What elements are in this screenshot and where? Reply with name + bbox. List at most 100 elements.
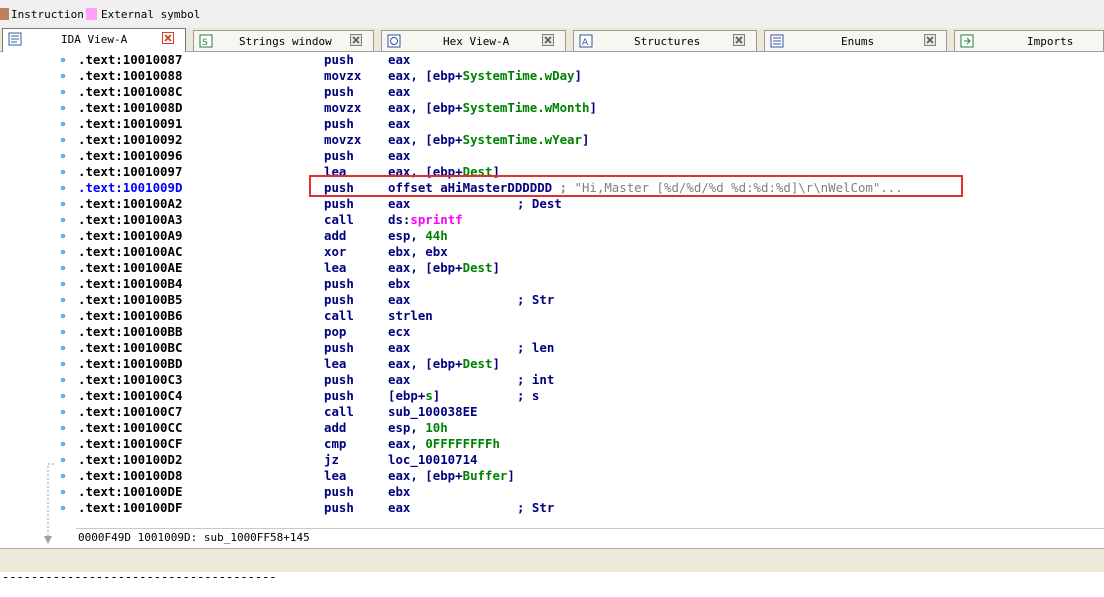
line-operands[interactable]: eax — [388, 340, 410, 356]
line-address[interactable]: .text:100100B5 — [78, 292, 182, 308]
line-mnemonic[interactable]: call — [324, 308, 354, 324]
line-mnemonic[interactable]: push — [324, 388, 354, 404]
code-line[interactable]: .text:10010096 push eax — [76, 148, 1104, 164]
tab-strings-window[interactable]: S Strings window — [193, 30, 374, 51]
line-address[interactable]: .text:100100C3 — [78, 372, 182, 388]
line-address[interactable]: .text:10010088 — [78, 68, 182, 84]
line-address[interactable]: .text:100100DF — [78, 500, 182, 516]
line-mnemonic[interactable]: add — [324, 228, 346, 244]
line-operands[interactable]: eax — [388, 292, 410, 308]
tab-structures[interactable]: A Structures — [573, 30, 757, 51]
line-mnemonic[interactable]: xor — [324, 244, 346, 260]
line-address[interactable]: .text:100100CC — [78, 420, 182, 436]
line-mnemonic[interactable]: push — [324, 372, 354, 388]
line-mnemonic[interactable]: push — [324, 500, 354, 516]
line-mnemonic[interactable]: jz — [324, 452, 339, 468]
line-operands[interactable]: ebx — [388, 484, 410, 500]
close-icon[interactable] — [924, 34, 936, 46]
line-operands[interactable]: ebx — [388, 276, 410, 292]
line-operands[interactable]: sub_100038EE — [388, 404, 478, 420]
line-address[interactable]: .text:10010096 — [78, 148, 182, 164]
line-mnemonic[interactable]: push — [324, 196, 354, 212]
code-line[interactable]: .text:100100B4 push ebx — [76, 276, 1104, 292]
line-mnemonic[interactable]: movzx — [324, 100, 361, 116]
tab-hex-view-a[interactable]: Hex View-A — [381, 30, 566, 51]
code-line[interactable]: .text:100100BD lea eax, [ebp+Dest] — [76, 356, 1104, 372]
code-line[interactable]: .text:100100C4 push [ebp+s] ; s — [76, 388, 1104, 404]
code-line[interactable]: .text:100100AC xor ebx, ebx — [76, 244, 1104, 260]
line-address[interactable]: .text:100100DE — [78, 484, 182, 500]
code-line[interactable]: .text:100100CF cmp eax, 0FFFFFFFFh — [76, 436, 1104, 452]
line-mnemonic[interactable]: push — [324, 148, 354, 164]
code-line[interactable]: .text:100100BC push eax ; len — [76, 340, 1104, 356]
code-line[interactable]: .text:10010092 movzx eax, [ebp+SystemTime.… — [76, 132, 1104, 148]
line-operands[interactable]: eax — [388, 148, 410, 164]
code-line[interactable]: .text:100100A2 push eax ; Dest — [76, 196, 1104, 212]
tab-ida-view-a[interactable]: IDA View-A — [2, 28, 186, 52]
line-address[interactable]: .text:10010092 — [78, 132, 182, 148]
line-address[interactable]: .text:100100BC — [78, 340, 182, 356]
line-address[interactable]: .text:10010097 — [78, 164, 182, 180]
line-address[interactable]: .text:100100CF — [78, 436, 182, 452]
line-address[interactable]: .text:1001008D — [78, 100, 182, 116]
line-mnemonic[interactable]: lea — [324, 468, 346, 484]
code-line[interactable]: .text:100100B6 call strlen — [76, 308, 1104, 324]
code-line[interactable]: .text:1001008D movzx eax, [ebp+SystemTime.… — [76, 100, 1104, 116]
line-operands[interactable]: ebx, ebx — [388, 244, 448, 260]
line-address[interactable]: .text:100100BB — [78, 324, 182, 340]
line-mnemonic[interactable]: push — [324, 116, 354, 132]
line-operands[interactable]: esp, 10h — [388, 420, 448, 436]
code-line[interactable]: .text:100100A9 add esp, 44h — [76, 228, 1104, 244]
line-mnemonic[interactable]: movzx — [324, 132, 361, 148]
line-mnemonic[interactable]: push — [324, 484, 354, 500]
line-address[interactable]: .text:100100A2 — [78, 196, 182, 212]
close-icon[interactable] — [542, 34, 554, 46]
line-mnemonic[interactable]: pop — [324, 324, 346, 340]
line-operands[interactable]: [ebp+s] — [388, 388, 440, 404]
code-line[interactable]: .text:10010091 push eax — [76, 116, 1104, 132]
line-operands[interactable]: eax — [388, 84, 410, 100]
line-operands[interactable]: strlen — [388, 308, 433, 324]
code-line[interactable]: .text:100100DE push ebx — [76, 484, 1104, 500]
line-operands[interactable]: eax — [388, 52, 410, 68]
close-icon[interactable] — [733, 34, 745, 46]
line-address[interactable]: .text:1001009D — [78, 180, 182, 196]
line-address[interactable]: .text:100100B6 — [78, 308, 182, 324]
line-address[interactable]: .text:10010091 — [78, 116, 182, 132]
line-operands[interactable]: eax — [388, 372, 410, 388]
line-operands[interactable]: eax, 0FFFFFFFFh — [388, 436, 500, 452]
tab-imports[interactable]: Imports — [954, 30, 1104, 51]
disassembly-view[interactable]: .text:10010087 push eax .text:10010088 movzx… — [76, 52, 1104, 528]
line-mnemonic[interactable]: call — [324, 212, 354, 228]
line-address[interactable]: .text:100100C7 — [78, 404, 182, 420]
code-line[interactable]: .text:100100C3 push eax ; int — [76, 372, 1104, 388]
close-icon[interactable] — [350, 34, 362, 46]
code-line[interactable]: .text:100100CC add esp, 10h — [76, 420, 1104, 436]
code-line[interactable]: .text:100100C7 call sub_100038EE — [76, 404, 1104, 420]
line-address[interactable]: .text:100100AE — [78, 260, 182, 276]
line-mnemonic[interactable]: movzx — [324, 68, 361, 84]
line-mnemonic[interactable]: call — [324, 404, 354, 420]
line-mnemonic[interactable]: lea — [324, 260, 346, 276]
line-mnemonic[interactable]: push — [324, 340, 354, 356]
line-address[interactable]: .text:1001008C — [78, 84, 182, 100]
line-address[interactable]: .text:100100A3 — [78, 212, 182, 228]
code-line[interactable]: .text:1001008C push eax — [76, 84, 1104, 100]
code-line[interactable]: .text:100100AE lea eax, [ebp+Dest] — [76, 260, 1104, 276]
line-operands[interactable]: ecx — [388, 324, 410, 340]
line-address[interactable]: .text:100100AC — [78, 244, 182, 260]
line-mnemonic[interactable]: push — [324, 292, 354, 308]
code-line[interactable]: .text:10010088 movzx eax, [ebp+SystemTime.… — [76, 68, 1104, 84]
line-operands[interactable]: eax — [388, 500, 410, 516]
line-mnemonic[interactable]: lea — [324, 356, 346, 372]
line-operands[interactable]: ds:sprintf — [388, 212, 463, 228]
line-mnemonic[interactable]: add — [324, 420, 346, 436]
line-operands[interactable]: eax, [ebp+SystemTime.wMonth] — [388, 100, 597, 116]
line-mnemonic[interactable]: push — [324, 276, 354, 292]
line-operands[interactable]: eax, [ebp+Dest] — [388, 260, 500, 276]
line-operands[interactable]: eax, [ebp+SystemTime.wDay] — [388, 68, 582, 84]
code-line[interactable]: .text:100100DF push eax ; Str — [76, 500, 1104, 516]
line-operands[interactable]: loc_10010714 — [388, 452, 478, 468]
tab-enums[interactable]: Enums — [764, 30, 947, 51]
line-address[interactable]: .text:100100A9 — [78, 228, 182, 244]
